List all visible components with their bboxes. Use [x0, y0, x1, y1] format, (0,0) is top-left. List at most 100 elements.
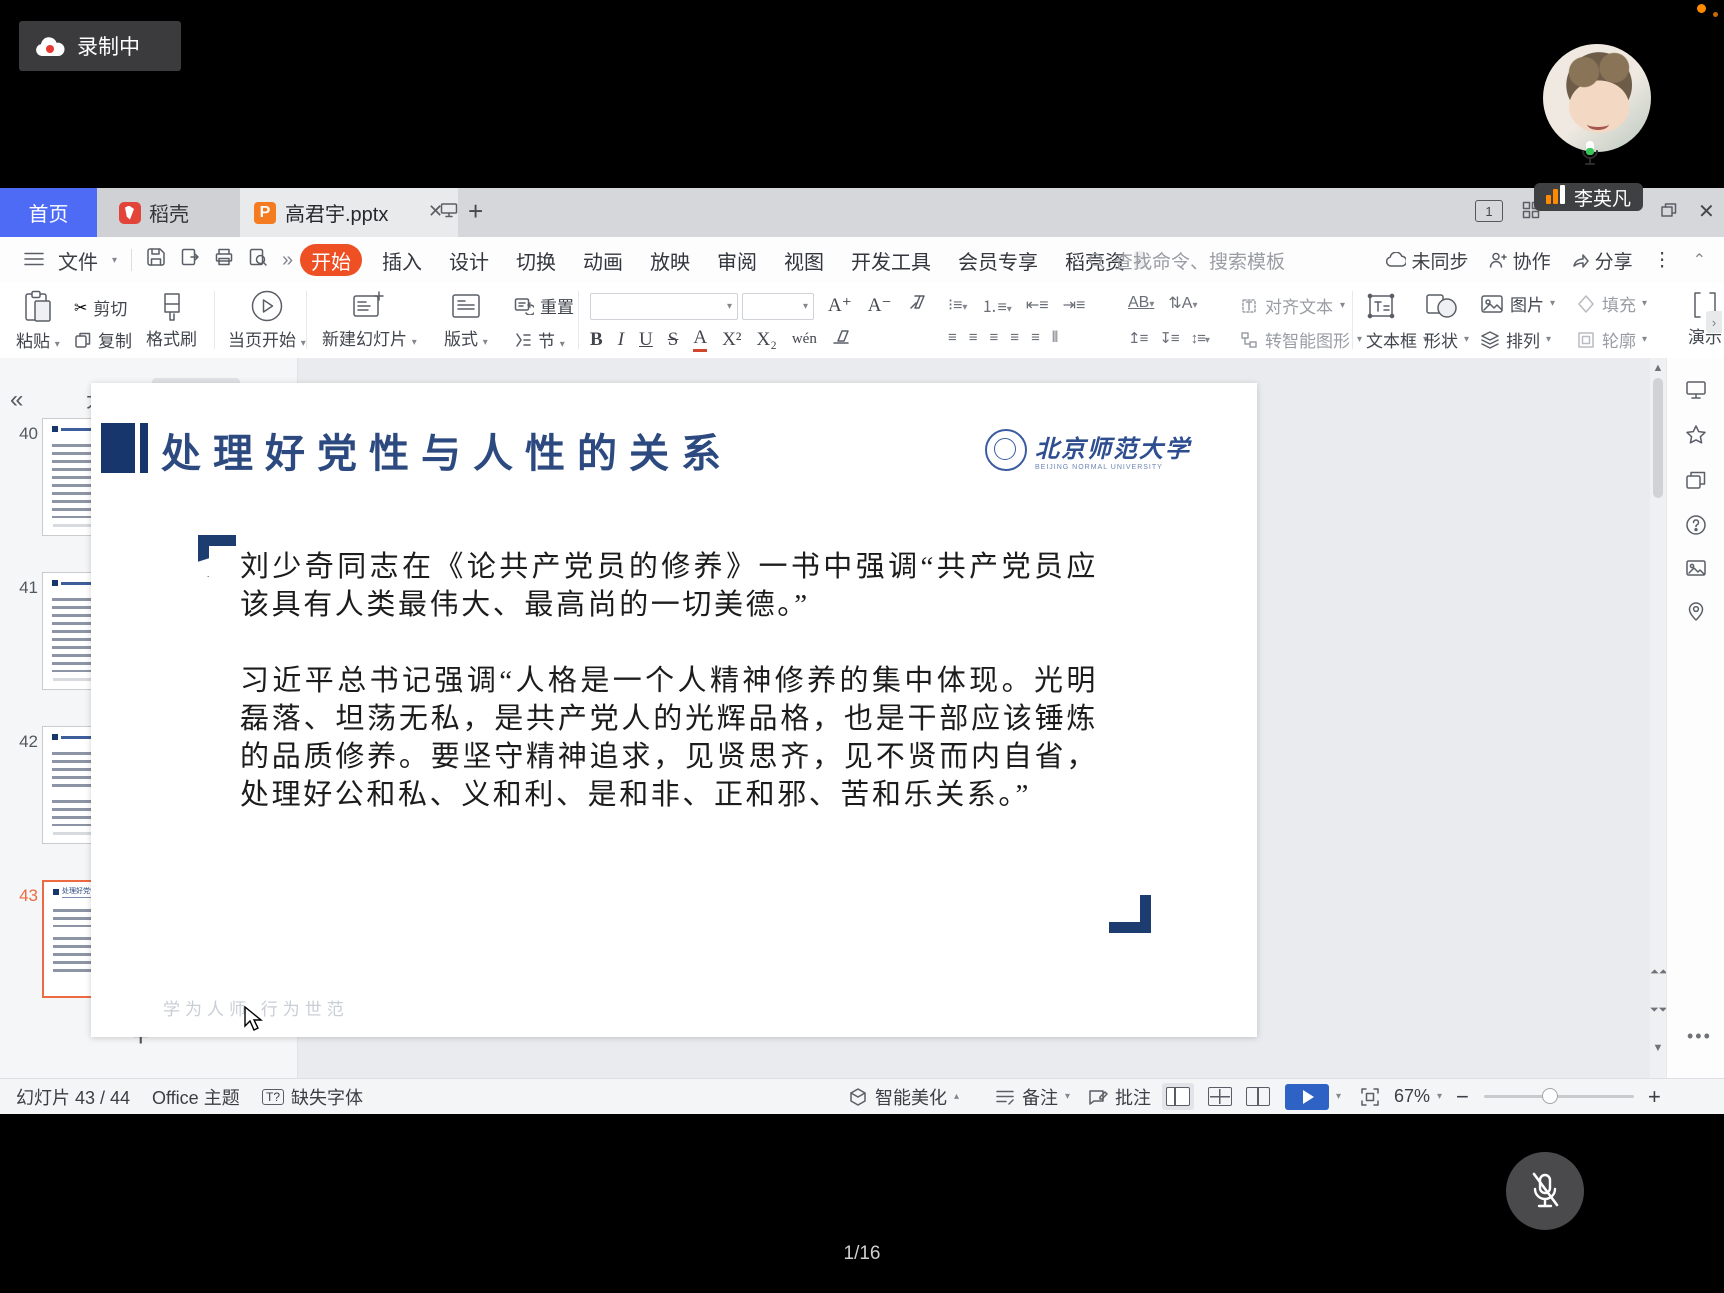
favorites-star-icon[interactable] — [1685, 424, 1707, 450]
missing-font-warning[interactable]: T? 缺失字体 — [262, 1079, 363, 1114]
slide-canvas[interactable]: 处理好党性与人性的关系 北京师范大学 BEIJING NORMAL UNIVER… — [91, 383, 1257, 1037]
line-height-button[interactable]: ↕≡▾ — [1191, 330, 1209, 347]
mic-muted-button[interactable] — [1506, 1152, 1584, 1230]
close-button[interactable]: ✕ — [1698, 199, 1715, 224]
hamburger-icon[interactable] — [24, 249, 44, 272]
export-icon[interactable] — [180, 247, 200, 273]
fill-button[interactable]: 填充▾ — [1576, 291, 1647, 316]
command-search[interactable]: 查找命令、搜索模板 — [1088, 247, 1285, 274]
collapse-sidebar-icon[interactable]: « — [10, 386, 23, 414]
help-icon[interactable] — [1685, 514, 1707, 541]
restore-button[interactable] — [1660, 202, 1678, 223]
panel-more-icon[interactable]: ••• — [1687, 1026, 1712, 1047]
file-menu[interactable]: 文件 — [58, 246, 98, 275]
more-menu-icon[interactable]: ⋮ — [1653, 249, 1673, 272]
ribbon-tab-start[interactable]: 开始 — [300, 244, 362, 276]
sync-status[interactable]: 未同步 — [1386, 247, 1469, 274]
print-preview-icon[interactable] — [248, 247, 268, 273]
play-icon[interactable] — [1285, 1084, 1329, 1110]
numbered-list-button[interactable]: ⒈≡▾ — [981, 293, 1011, 317]
notes-button[interactable]: 备注 ▾ — [995, 1079, 1070, 1114]
single-page-view-icon[interactable]: 1 — [1475, 200, 1503, 222]
share-button[interactable]: 分享 — [1571, 247, 1633, 274]
ribbon-tab-devtools[interactable]: 开发工具 — [851, 246, 931, 275]
fit-slide-button[interactable] — [1360, 1079, 1380, 1114]
space-after-button[interactable]: ↧≡ — [1159, 329, 1178, 347]
theme-indicator[interactable]: Office 主题 — [152, 1079, 240, 1114]
scroll-up-icon[interactable]: ▲ — [1650, 362, 1666, 374]
distribute-button[interactable]: ≡ — [1031, 329, 1039, 346]
toolbar-expand-icon[interactable]: › — [1706, 311, 1722, 333]
align-text-button[interactable]: 对齐文本▾ — [1240, 293, 1345, 318]
scrollbar-thumb[interactable] — [1653, 378, 1663, 498]
shapes-icon-button[interactable] — [1424, 291, 1458, 321]
zoom-slider-track[interactable] — [1484, 1095, 1634, 1098]
save-icon[interactable] — [146, 247, 166, 273]
zoom-slider-thumb[interactable] — [1542, 1088, 1558, 1104]
collab-button[interactable]: 协作 — [1489, 247, 1551, 274]
next-slide-icon[interactable]: ⏷⏷ — [1650, 1004, 1666, 1017]
reset-button[interactable]: 重置 — [514, 293, 574, 318]
smart-graphic-button[interactable]: 转智能图形▾ — [1240, 327, 1362, 352]
paste-button[interactable]: 粘贴 ▾ — [16, 290, 60, 352]
superscript-button[interactable]: X² — [722, 329, 741, 351]
bullet-list-button[interactable]: ⁝≡▾ — [948, 295, 967, 315]
ribbon-tab-transition[interactable]: 切换 — [516, 246, 556, 275]
layout-button[interactable]: 版式 ▾ — [444, 290, 488, 350]
columns-button[interactable]: ⫴ — [1052, 329, 1057, 346]
font-size-combo[interactable]: ▾ — [742, 293, 814, 320]
more-quick-actions-icon[interactable]: » — [282, 249, 293, 272]
clear-format-icon[interactable] — [908, 293, 928, 317]
zoom-in-button[interactable]: + — [1648, 1079, 1661, 1114]
print-icon[interactable] — [214, 247, 234, 273]
play-slideshow-button[interactable]: ▾ — [1285, 1079, 1341, 1114]
highlight-button[interactable] — [832, 329, 850, 351]
italic-button[interactable]: I — [618, 329, 624, 351]
picture-button[interactable]: 图片▾ — [1480, 291, 1555, 316]
text-box-icon-button[interactable] — [1366, 291, 1396, 321]
smart-beautify-button[interactable]: 智能美化 ▴ — [848, 1079, 959, 1114]
play-from-page-button[interactable]: 当页开始 ▾ — [228, 289, 306, 351]
previous-slide-icon[interactable]: ⏶⏶ — [1650, 966, 1666, 979]
increase-font-icon[interactable]: A⁺ — [828, 294, 852, 317]
outline-button[interactable]: 轮廓▾ — [1576, 327, 1647, 352]
format-painter-button[interactable]: 格式刷 — [146, 290, 197, 350]
increase-indent-button[interactable]: ⇥≡ — [1063, 295, 1086, 315]
pinyin-guide-button[interactable]: wén — [792, 331, 817, 348]
ribbon-tab-animation[interactable]: 动画 — [583, 246, 623, 275]
ribbon-tab-review[interactable]: 审阅 — [717, 246, 757, 275]
zoom-out-button[interactable]: − — [1456, 1079, 1469, 1114]
char-spacing-button[interactable]: AB▾ — [1128, 294, 1154, 312]
canvas-scrollbar[interactable]: ▲ ⏶⏶ ⏷⏷ ▼ — [1650, 358, 1666, 1078]
ribbon-tab-view[interactable]: 视图 — [784, 246, 824, 275]
align-left-button[interactable]: ≡ — [948, 329, 956, 346]
slide-sorter-view-button[interactable] — [1208, 1087, 1232, 1106]
new-slide-button[interactable]: 新建幻灯片 ▾ — [322, 290, 417, 350]
ribbon-tab-insert[interactable]: 插入 — [382, 246, 422, 275]
ribbon-tab-slideshow[interactable]: 放映 — [650, 246, 690, 275]
decrease-font-icon[interactable]: A⁻ — [868, 294, 892, 317]
slide-title[interactable]: 处理好党性与人性的关系 — [161, 421, 733, 479]
subscript-button[interactable]: X₂ — [756, 329, 776, 351]
copy-button[interactable]: 复制 — [74, 327, 132, 352]
slide-body-text[interactable]: 刘少奇同志在《论共产党员的修养》一书中强调“共产党员应该具有人类最伟大、最高尚的… — [240, 548, 1098, 852]
font-color-button[interactable]: A — [693, 327, 707, 352]
arrange-button[interactable]: 排列▾ — [1480, 327, 1551, 352]
shapes-button[interactable]: 形状▾ — [1424, 327, 1469, 352]
zoom-slider[interactable] — [1484, 1079, 1634, 1114]
normal-view-button[interactable] — [1162, 1083, 1194, 1110]
text-box-button[interactable]: 文本框▾ — [1366, 327, 1428, 352]
ribbon-tab-member[interactable]: 会员专享 — [958, 246, 1038, 275]
new-tab-button[interactable]: + — [468, 196, 483, 227]
tab-daoke[interactable]: 稻壳 — [97, 188, 240, 237]
tab-document[interactable]: P 高君宇.pptx — [240, 188, 458, 237]
underline-button[interactable]: U — [639, 329, 653, 351]
align-right-button[interactable]: ≡ — [990, 329, 998, 346]
tab-close-icon[interactable]: ✕ — [428, 201, 443, 222]
font-name-combo[interactable]: ▾ — [590, 293, 738, 320]
tab-home[interactable]: 首页 — [0, 188, 97, 237]
collapse-ribbon-icon[interactable]: ⌃ — [1693, 250, 1706, 270]
properties-icon[interactable] — [1685, 380, 1707, 405]
layers-icon[interactable] — [1685, 470, 1707, 495]
bold-button[interactable]: B — [590, 329, 603, 351]
